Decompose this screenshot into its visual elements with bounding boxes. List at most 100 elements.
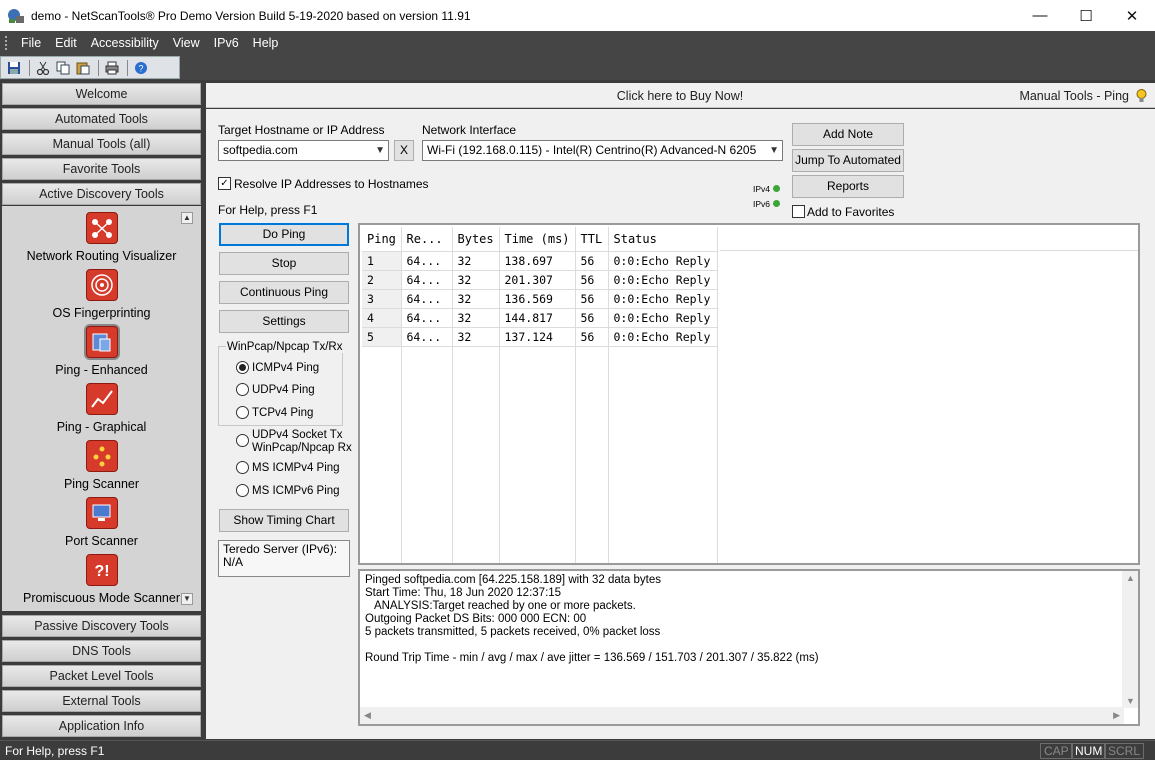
- table-row[interactable]: 2 64... 32 201.307 56 0:0:Echo Reply: [362, 270, 718, 290]
- udpv4-radio[interactable]: [236, 383, 249, 396]
- save-icon[interactable]: [5, 59, 23, 77]
- column-header-time[interactable]: Time (ms): [499, 227, 576, 252]
- tool-network-routing-visualizer[interactable]: Network Routing Visualizer: [2, 212, 201, 263]
- close-button[interactable]: ✕: [1109, 0, 1155, 31]
- stop-button[interactable]: Stop: [219, 252, 349, 275]
- menu-help[interactable]: Help: [246, 36, 286, 50]
- nav-external-tools[interactable]: External Tools: [2, 690, 201, 712]
- tcpv4-radio[interactable]: [236, 406, 249, 419]
- add-note-button[interactable]: Add Note: [792, 123, 904, 146]
- menu-view[interactable]: View: [166, 36, 207, 50]
- log-vertical-scrollbar[interactable]: ▲ ▼: [1122, 571, 1138, 708]
- scroll-left-icon[interactable]: ◀: [364, 710, 371, 721]
- reports-button[interactable]: Reports: [792, 175, 904, 198]
- ping-results-table: Ping Re... Bytes Time (ms) TTL Status 1 …: [358, 223, 1140, 565]
- cell-bytes: 32: [452, 289, 500, 309]
- icmpv4-radio[interactable]: [236, 361, 249, 374]
- tool-label: Promiscuous Mode Scanner: [22, 591, 181, 605]
- promiscuous-scanner-icon: ?!: [85, 554, 118, 586]
- scroll-right-icon[interactable]: ▶: [1113, 710, 1120, 721]
- title-bar: demo - NetScanTools® Pro Demo Version Bu…: [0, 0, 1155, 31]
- udpv4-socket-label-2: WinPcap/Npcap Rx: [252, 442, 352, 454]
- toolbar-separator: [98, 59, 99, 76]
- tool-promiscuous-mode-scanner[interactable]: ?! Promiscuous Mode Scanner: [2, 554, 201, 605]
- teredo-server-box: Teredo Server (IPv6): N/A: [218, 540, 350, 577]
- scroll-up-icon[interactable]: ▲: [181, 212, 193, 224]
- menu-bar: File Edit Accessibility View IPv6 Help: [0, 31, 1155, 55]
- ms-icmpv6-label: MS ICMPv6 Ping: [252, 485, 340, 497]
- menu-accessibility[interactable]: Accessibility: [84, 36, 166, 50]
- print-icon[interactable]: [103, 59, 121, 77]
- help-icon[interactable]: ?: [132, 59, 150, 77]
- buy-banner[interactable]: Click here to Buy Now! Manual Tools - Pi…: [206, 83, 1155, 108]
- cell-bytes: 32: [452, 327, 500, 347]
- nav-passive-discovery-tools[interactable]: Passive Discovery Tools: [2, 615, 201, 637]
- tool-os-fingerprinting[interactable]: OS Fingerprinting: [2, 269, 201, 320]
- nav-packet-level-tools[interactable]: Packet Level Tools: [2, 665, 201, 687]
- toolbar: ?: [0, 55, 1155, 80]
- minimize-button[interactable]: —: [1017, 0, 1063, 31]
- menu-edit[interactable]: Edit: [48, 36, 84, 50]
- menu-file[interactable]: File: [14, 36, 48, 50]
- status-bar: For Help, press F1 CAP NUM SCRL: [0, 740, 1155, 760]
- tool-ping-enhanced[interactable]: Ping - Enhanced: [2, 326, 201, 377]
- network-interface-value: Wi-Fi (192.168.0.115) - Intel(R) Centrin…: [427, 143, 757, 157]
- scroll-up-icon[interactable]: ▲: [1126, 573, 1135, 583]
- show-timing-chart-button[interactable]: Show Timing Chart: [219, 509, 349, 532]
- jump-to-automated-button[interactable]: Jump To Automated: [792, 149, 904, 172]
- settings-button[interactable]: Settings: [219, 310, 349, 333]
- buy-now-link[interactable]: Click here to Buy Now!: [206, 89, 1154, 103]
- ms-icmpv6-radio[interactable]: [236, 484, 249, 497]
- continuous-ping-button[interactable]: Continuous Ping: [219, 281, 349, 304]
- ms-icmpv4-radio[interactable]: [236, 461, 249, 474]
- window-title: demo - NetScanTools® Pro Demo Version Bu…: [31, 8, 471, 23]
- ping-output-log[interactable]: Pinged softpedia.com [64.225.158.189] wi…: [358, 569, 1140, 726]
- nav-favorite-tools[interactable]: Favorite Tools: [2, 158, 201, 180]
- table-row[interactable]: 4 64... 32 144.817 56 0:0:Echo Reply: [362, 308, 718, 328]
- ipv6-ok-icon: [773, 200, 780, 207]
- add-to-favorites-label: Add to Favorites: [807, 205, 895, 219]
- table-row[interactable]: 3 64... 32 136.569 56 0:0:Echo Reply: [362, 289, 718, 309]
- clear-target-button[interactable]: X: [394, 140, 414, 161]
- column-header-bytes[interactable]: Bytes: [452, 227, 500, 252]
- nav-active-discovery-tools[interactable]: Active Discovery Tools: [2, 183, 201, 205]
- nav-automated-tools[interactable]: Automated Tools: [2, 108, 201, 130]
- scroll-down-icon[interactable]: ▼: [181, 593, 193, 605]
- tool-ping-graphical[interactable]: Ping - Graphical: [2, 383, 201, 434]
- cell-status: 0:0:Echo Reply: [608, 251, 718, 271]
- maximize-button[interactable]: ☐: [1063, 0, 1109, 31]
- paste-icon[interactable]: [74, 59, 92, 77]
- nav-dns-tools[interactable]: DNS Tools: [2, 640, 201, 662]
- num-lock-indicator: NUM: [1071, 743, 1107, 759]
- copy-icon[interactable]: [54, 59, 72, 77]
- table-row[interactable]: 1 64... 32 138.697 56 0:0:Echo Reply: [362, 251, 718, 271]
- cut-icon[interactable]: [34, 59, 52, 77]
- log-horizontal-scrollbar[interactable]: ◀ ▶: [360, 707, 1124, 724]
- scroll-down-icon[interactable]: ▼: [1126, 696, 1135, 706]
- table-row[interactable]: 5 64... 32 137.124 56 0:0:Echo Reply: [362, 327, 718, 347]
- column-header-reply[interactable]: Re...: [401, 227, 453, 252]
- menu-grip: [5, 36, 9, 50]
- cell-reply: 64...: [401, 270, 453, 290]
- do-ping-button[interactable]: Do Ping: [219, 223, 349, 246]
- cell-bytes: 32: [452, 308, 500, 328]
- nav-welcome[interactable]: Welcome: [2, 83, 201, 105]
- network-interface-select[interactable]: Wi-Fi (192.168.0.115) - Intel(R) Centrin…: [422, 140, 783, 161]
- column-header-status[interactable]: Status: [608, 227, 718, 252]
- tool-port-scanner[interactable]: Port Scanner: [2, 497, 201, 548]
- chevron-down-icon[interactable]: ▼: [375, 141, 385, 160]
- app-icon: [7, 7, 25, 25]
- resolve-hostnames-checkbox[interactable]: ✓: [218, 177, 231, 190]
- udpv4-socket-radio[interactable]: [236, 434, 249, 447]
- target-input[interactable]: softpedia.com ▼: [218, 140, 389, 161]
- nav-application-info[interactable]: Application Info: [2, 715, 201, 737]
- column-header-ttl[interactable]: TTL: [575, 227, 609, 252]
- column-header-ping[interactable]: Ping: [362, 227, 402, 252]
- add-to-favorites-checkbox[interactable]: [792, 205, 805, 218]
- resolve-hostnames-label: Resolve IP Addresses to Hostnames: [234, 177, 429, 191]
- nav-manual-tools[interactable]: Manual Tools (all): [2, 133, 201, 155]
- cell-time: 144.817: [499, 308, 576, 328]
- chevron-down-icon[interactable]: ▼: [769, 141, 779, 160]
- menu-ipv6[interactable]: IPv6: [207, 36, 246, 50]
- tool-ping-scanner[interactable]: Ping Scanner: [2, 440, 201, 491]
